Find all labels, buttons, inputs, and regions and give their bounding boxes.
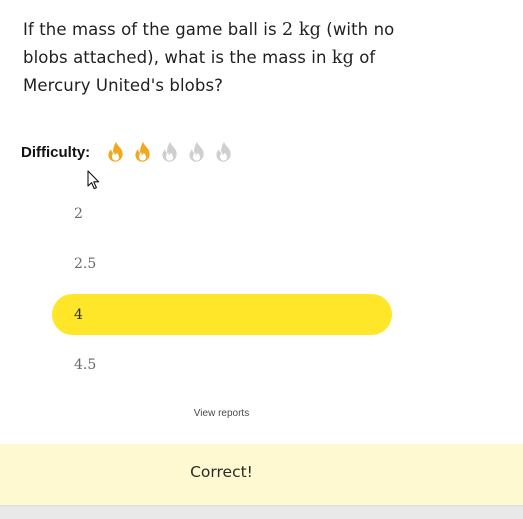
question-part-1: If the mass of the game ball is	[23, 20, 283, 39]
answer-option-selected[interactable]: 4	[52, 294, 392, 335]
answer-option[interactable]: 2.5	[52, 244, 392, 285]
difficulty-label: Difficulty:	[21, 143, 91, 161]
flame-icon	[189, 141, 204, 162]
answer-option-label: 2	[74, 205, 83, 222]
flame-icon	[108, 141, 123, 162]
bottom-bar	[0, 505, 523, 519]
math-unit-kg-2: kg	[331, 48, 354, 68]
answer-option[interactable]: 2	[52, 193, 392, 234]
answer-options: 2 2.5 4 4.5	[52, 193, 392, 395]
flame-icon	[162, 141, 177, 162]
difficulty-flames	[103, 139, 237, 165]
answer-option-label: 2.5	[74, 256, 97, 272]
answer-option-label: 4.5	[74, 357, 97, 373]
math-unit-kg: kg	[298, 20, 321, 40]
question-text: If the mass of the game ball is 2 kg (wi…	[23, 16, 403, 100]
flame-icon	[135, 141, 150, 162]
difficulty-rating: Difficulty:	[21, 138, 237, 166]
feedback-text: Correct!	[190, 463, 253, 481]
flame-icon	[216, 141, 231, 162]
view-reports-link[interactable]: View reports	[0, 408, 443, 419]
mouse-pointer-icon	[87, 170, 100, 190]
answer-option[interactable]: 4.5	[52, 345, 392, 386]
answer-option-label: 4	[74, 306, 83, 323]
view-reports-label: View reports	[193, 408, 250, 419]
feedback-banner: Correct!	[0, 444, 523, 505]
math-mass-value: 2	[282, 20, 294, 40]
